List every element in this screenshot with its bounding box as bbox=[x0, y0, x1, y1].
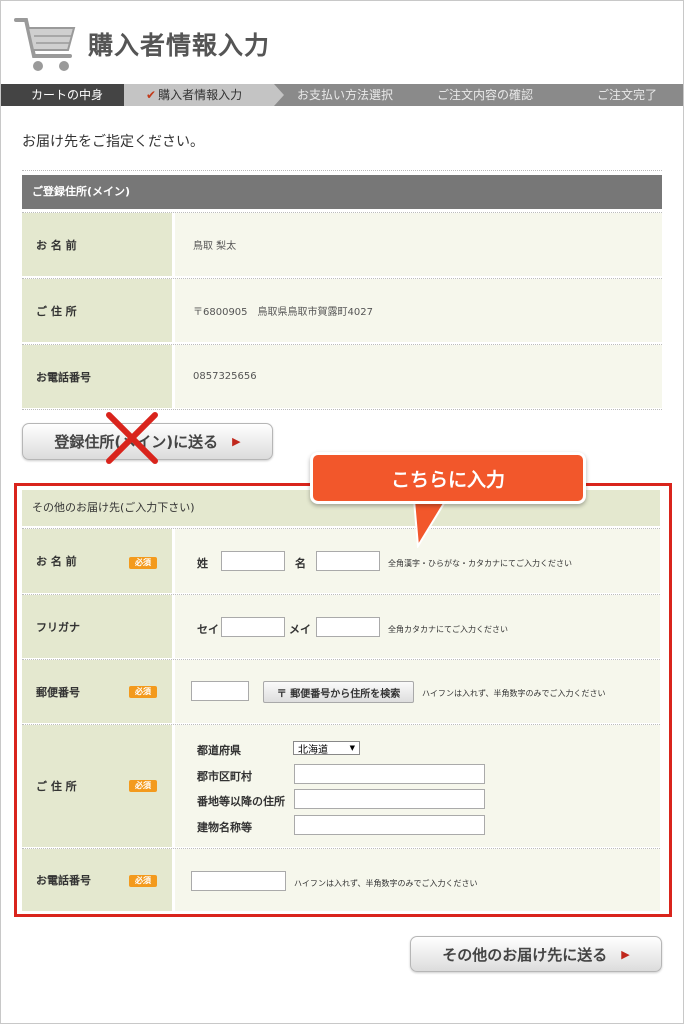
postal-row: 郵便番号 必須 〒 郵便番号から住所を検索 ハイフンは入れず、半角数字のみでご入… bbox=[22, 659, 660, 723]
registered-address-value: 〒6800905 鳥取県鳥取市賀露町4027 bbox=[175, 279, 662, 342]
step-confirm: ご注文内容の確認 bbox=[437, 88, 534, 102]
mei-label: メイ bbox=[289, 623, 311, 636]
street-label: 番地等以降の住所 bbox=[197, 795, 285, 808]
street-input[interactable] bbox=[294, 789, 485, 809]
prefecture-label: 都道府県 bbox=[197, 744, 241, 757]
triangle-right-icon: ▶ bbox=[232, 435, 241, 448]
registered-address-heading: ご登録住所(メイン) bbox=[22, 175, 662, 209]
registered-name-value: 鳥取 梨太 bbox=[175, 213, 662, 276]
registered-name-label: お 名 前 bbox=[22, 213, 172, 276]
input-here-callout: こちらに入力 bbox=[310, 452, 586, 504]
registered-address-label: ご 住 所 bbox=[22, 279, 172, 342]
callout-pointer bbox=[412, 500, 448, 548]
city-input[interactable] bbox=[294, 764, 485, 784]
sei-input[interactable] bbox=[221, 617, 285, 637]
registered-phone-value: 0857325656 bbox=[175, 345, 662, 408]
other-address-row: ご 住 所 必須 都道府県 北海道 ▼ 郡市区町村 番地等以降の住所 建物名称等 bbox=[22, 724, 660, 847]
registered-name-row: お 名 前 鳥取 梨太 bbox=[22, 212, 662, 276]
furigana-note: 全角カタカナにてご入力ください bbox=[388, 625, 508, 634]
required-badge: 必須 bbox=[129, 557, 157, 569]
phone-input[interactable] bbox=[191, 871, 286, 891]
first-name-label: 名 bbox=[295, 557, 306, 570]
last-name-input[interactable] bbox=[221, 551, 285, 571]
postal-code-input[interactable] bbox=[191, 681, 249, 701]
furigana-label: フリガナ bbox=[22, 595, 172, 658]
city-label: 郡市区町村 bbox=[197, 770, 252, 783]
postal-search-button[interactable]: 〒 郵便番号から住所を検索 bbox=[263, 681, 414, 703]
registered-phone-row: お電話番号 0857325656 bbox=[22, 344, 662, 408]
step-complete: ご注文完了 bbox=[597, 88, 658, 102]
name-note: 全角漢字・ひらがな・カタカナにてご入力ください bbox=[388, 559, 572, 568]
building-input[interactable] bbox=[294, 815, 485, 835]
step-bar: カートの中身 ✔ 購入者情報入力 お支払い方法選択 ご注文内容の確認 ご注文完了 bbox=[1, 84, 683, 106]
check-icon: ✔ bbox=[146, 88, 157, 102]
last-name-label: 姓 bbox=[197, 557, 208, 570]
registered-address-table: ご登録住所(メイン) お 名 前 鳥取 梨太 ご 住 所 〒6800905 鳥取… bbox=[22, 170, 662, 410]
other-phone-row: お電話番号 必須 ハイフンは入れず、半角数字のみでご入力ください bbox=[22, 848, 660, 911]
triangle-right-icon: ▶ bbox=[621, 947, 630, 961]
page-title: 購入者情報入力 bbox=[88, 31, 271, 60]
step-payment: お支払い方法選択 bbox=[297, 88, 394, 102]
building-label: 建物名称等 bbox=[197, 821, 252, 834]
dropdown-arrow-icon: ▼ bbox=[349, 744, 355, 752]
shopping-cart-icon bbox=[14, 18, 76, 71]
step-buyer-info: ✔ 購入者情報入力 bbox=[124, 84, 284, 106]
required-badge: 必須 bbox=[129, 875, 157, 887]
send-to-other-button[interactable]: その他のお届け先に送る ▶ bbox=[410, 936, 662, 972]
required-badge: 必須 bbox=[129, 780, 157, 792]
registered-address-row: ご 住 所 〒6800905 鳥取県鳥取市賀露町4027 bbox=[22, 278, 662, 342]
mei-input[interactable] bbox=[316, 617, 380, 637]
required-badge: 必須 bbox=[129, 686, 157, 698]
sei-label: セイ bbox=[197, 623, 219, 636]
step-cart-contents: カートの中身 bbox=[1, 84, 124, 106]
prefecture-select[interactable]: 北海道 ▼ bbox=[293, 741, 360, 756]
first-name-input[interactable] bbox=[316, 551, 380, 571]
furigana-row: フリガナ セイ メイ 全角カタカナにてご入力ください bbox=[22, 594, 660, 658]
send-to-other-label: その他のお届け先に送る bbox=[442, 945, 608, 964]
cross-mark-icon bbox=[106, 412, 158, 464]
postal-note: ハイフンは入れず、半角数字のみでご入力ください bbox=[422, 689, 606, 698]
phone-note: ハイフンは入れず、半角数字のみでご入力ください bbox=[294, 879, 478, 888]
other-name-row: お 名 前 必須 姓 名 全角漢字・ひらがな・カタカナにてご入力ください bbox=[22, 528, 660, 593]
registered-phone-label: お電話番号 bbox=[22, 345, 172, 408]
prefecture-value: 北海道 bbox=[298, 744, 328, 756]
instruction-text: お届け先をご指定ください。 bbox=[22, 134, 204, 150]
